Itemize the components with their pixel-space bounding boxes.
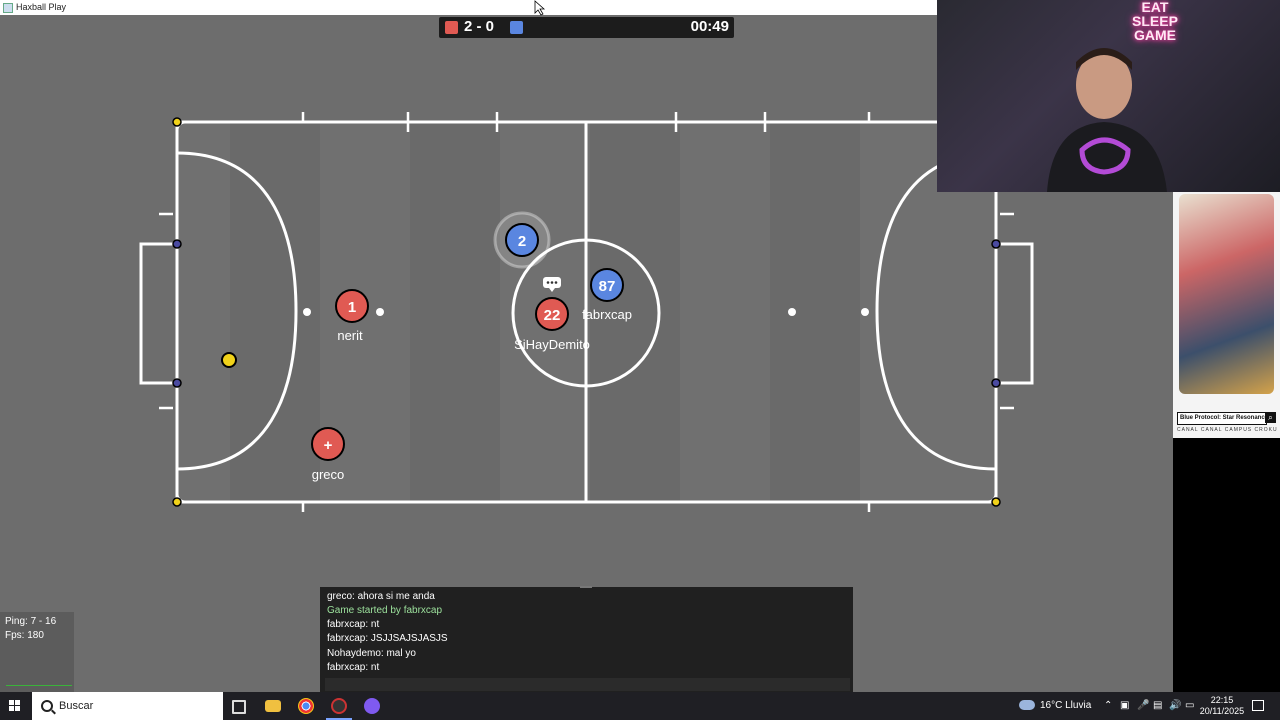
player-name: fabrxcap: [582, 307, 632, 322]
chrome-icon[interactable]: [298, 698, 314, 714]
network-icon[interactable]: ▣: [1120, 700, 1129, 711]
right-goal: [996, 242, 1034, 385]
player-avatar: 22: [544, 307, 561, 324]
taskbar: Buscar 16°C Lluvia ⌃ ▣ 🎤 ▤ 🔊 ▭ 22:15 20/…: [0, 692, 1280, 720]
chat-message: fabrxcap: JSJJSAJSJASJS: [327, 633, 448, 644]
taskbar-clock[interactable]: 22:15 20/11/2025: [1198, 695, 1246, 717]
player-avatar: 87: [599, 278, 616, 295]
fps-readout: Fps: 180: [5, 630, 44, 641]
weather-readout[interactable]: 16°C Lluvia: [1040, 700, 1091, 711]
blue-team-square: [510, 21, 523, 34]
search-icon[interactable]: ⌕: [1265, 412, 1276, 423]
discord-icon[interactable]: [364, 698, 380, 714]
webcam-overlay: EAT SLEEP GAME: [937, 0, 1280, 192]
score: 2 - 0: [464, 18, 495, 35]
task-view-icon[interactable]: [232, 700, 246, 714]
ad-subtitle: CANAL CANAL CAMPUS CROKURA: [1177, 427, 1277, 433]
player-avatar: +: [324, 437, 333, 454]
mouse-cursor-icon: [534, 0, 546, 16]
ad-title[interactable]: Blue Protocol: Star Resonance: [1177, 412, 1267, 425]
search-icon: [41, 700, 53, 712]
obs-icon[interactable]: [331, 698, 347, 714]
clock-time: 22:15: [1210, 695, 1234, 705]
red-team-square: [445, 21, 458, 34]
ad-artwork: [1179, 194, 1274, 394]
neon-line: SLEEP: [1132, 13, 1178, 29]
player-self: 2: [493, 211, 551, 269]
chat-panel: greco: ahora si me anda Game started by …: [320, 586, 853, 692]
scoreboard: 2 - 0 00:49: [439, 17, 734, 38]
chevron-up-icon[interactable]: ⌃: [1104, 700, 1112, 711]
chat-message: greco: ahora si me anda: [327, 591, 435, 602]
player-avatar: 2: [518, 233, 526, 250]
side-panel: [1173, 438, 1280, 692]
chat-input[interactable]: [325, 678, 850, 691]
streamer-figure: [1047, 48, 1167, 192]
player-avatar: 1: [348, 299, 356, 316]
taskbar-search[interactable]: Buscar: [32, 692, 223, 720]
chat-message: fabrxcap: nt: [327, 662, 380, 673]
windows-start-icon[interactable]: [9, 700, 21, 712]
ping-readout: Ping: 7 - 16: [5, 616, 57, 627]
ad-banner[interactable]: [1173, 192, 1280, 438]
battery-icon[interactable]: ▭: [1185, 700, 1194, 711]
microphone-icon[interactable]: 🎤: [1137, 700, 1149, 711]
chat-message: fabrxcap: nt: [327, 619, 380, 630]
ping-graph: [6, 685, 72, 686]
ball: [221, 352, 237, 368]
clock-date: 20/11/2025: [1199, 706, 1245, 716]
chat-message: Nohaydemo: mal yo: [327, 648, 416, 659]
chat-resize-handle[interactable]: [580, 586, 592, 588]
volume-icon[interactable]: 🔊: [1169, 700, 1181, 711]
wifi-icon[interactable]: ▤: [1153, 700, 1162, 711]
left-goal: [139, 242, 177, 385]
player-name: SiHayDemito: [514, 337, 590, 352]
player-name: greco: [312, 467, 345, 482]
match-timer: 00:49: [690, 18, 729, 35]
network-stats: Ping: 7 - 16 Fps: 180: [0, 612, 74, 692]
neon-line: EAT: [1141, 0, 1169, 15]
notifications-icon[interactable]: [1252, 700, 1264, 711]
player-name: nerit: [337, 328, 363, 343]
file-explorer-icon[interactable]: [265, 700, 281, 712]
chat-system-message: Game started by fabrxcap: [327, 605, 443, 616]
neon-sign: EAT SLEEP GAME: [1132, 0, 1178, 42]
player-greco: + greco: [311, 427, 345, 482]
weather-icon: [1019, 700, 1035, 710]
search-placeholder: Buscar: [59, 700, 94, 712]
